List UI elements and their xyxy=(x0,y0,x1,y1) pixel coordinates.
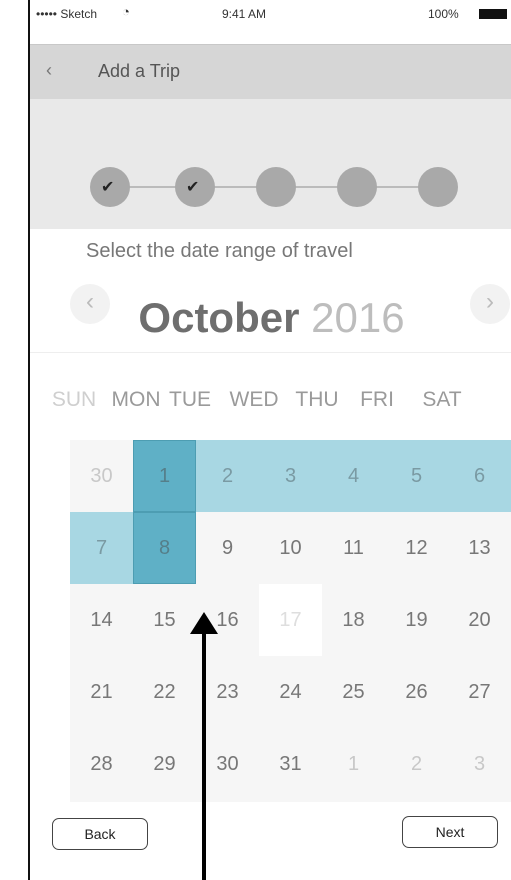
year-label: 2016 xyxy=(311,294,405,341)
back-button[interactable]: Back xyxy=(52,818,148,850)
calendar-day[interactable]: 25 xyxy=(322,656,385,728)
calendar-day[interactable]: 29 xyxy=(133,728,196,800)
calendar-day[interactable]: 27 xyxy=(448,656,511,728)
calendar-day[interactable]: 1 xyxy=(133,440,196,512)
battery-icon xyxy=(479,9,507,19)
calendar-day[interactable]: 24 xyxy=(259,656,322,728)
calendar-day[interactable]: 1 xyxy=(322,728,385,800)
calendar-day[interactable]: 3 xyxy=(448,728,511,800)
back-chevron-icon[interactable]: ‹ xyxy=(46,60,52,81)
next-button[interactable]: Next xyxy=(402,816,498,848)
calendar-day[interactable]: 18 xyxy=(322,584,385,656)
wifi-icon: ◔ xyxy=(122,4,130,19)
weekday-label: SAT xyxy=(422,388,462,411)
annotation-arrow-shaft xyxy=(202,630,206,880)
phone-screen: ••••• Sketch ◔ 9:41 AM 100% ‹ Add a Trip… xyxy=(28,0,511,880)
weekday-label: WED xyxy=(229,388,279,411)
step-5 xyxy=(418,167,458,207)
calendar-day[interactable]: 10 xyxy=(259,512,322,584)
weekday-label: TUE xyxy=(169,388,211,411)
step-2: ✔ xyxy=(175,167,215,207)
calendar-day[interactable]: 2 xyxy=(385,728,448,800)
calendar-day[interactable]: 11 xyxy=(322,512,385,584)
month-header: ‹ October 2016 › xyxy=(30,278,511,348)
next-month-button[interactable]: › xyxy=(470,284,510,324)
calendar-day[interactable]: 8 xyxy=(133,512,196,584)
calendar-day[interactable]: 31 xyxy=(259,728,322,800)
calendar-day[interactable]: 2 xyxy=(196,440,259,512)
annotation-arrow-head xyxy=(190,612,218,634)
calendar-day[interactable]: 7 xyxy=(70,512,133,584)
calendar-day[interactable]: 26 xyxy=(385,656,448,728)
step-3 xyxy=(256,167,296,207)
check-icon: ✔ xyxy=(101,179,115,196)
calendar-day[interactable]: 4 xyxy=(322,440,385,512)
step-4 xyxy=(337,167,377,207)
weekday-label: SUN xyxy=(51,388,97,411)
navigation-bar: ‹ Add a Trip xyxy=(30,44,511,100)
calendar-day[interactable]: 3 xyxy=(259,440,322,512)
weekday-label: FRI xyxy=(360,388,394,411)
calendar-day[interactable]: 13 xyxy=(448,512,511,584)
step-1: ✔ xyxy=(90,167,130,207)
calendar-day[interactable]: 17 xyxy=(259,584,322,656)
calendar-day[interactable]: 22 xyxy=(133,656,196,728)
calendar-day[interactable]: 30 xyxy=(70,440,133,512)
calendar-day[interactable]: 20 xyxy=(448,584,511,656)
check-icon: ✔ xyxy=(186,179,200,196)
calendar-day[interactable]: 12 xyxy=(385,512,448,584)
calendar-day[interactable]: 5 xyxy=(385,440,448,512)
page-title: Add a Trip xyxy=(98,61,181,81)
calendar-day[interactable]: 28 xyxy=(70,728,133,800)
status-time: 9:41 AM xyxy=(222,7,267,21)
month-name: October xyxy=(138,294,300,341)
calendar-day[interactable]: 6 xyxy=(448,440,511,512)
calendar-day[interactable]: 21 xyxy=(70,656,133,728)
calendar-day[interactable]: 15 xyxy=(133,584,196,656)
calendar-day[interactable]: 9 xyxy=(196,512,259,584)
divider xyxy=(30,352,511,353)
weekday-label: THU xyxy=(295,388,339,411)
chevron-right-icon: › xyxy=(486,288,494,315)
carrier-label: ••••• Sketch xyxy=(36,7,98,21)
calendar-day[interactable]: 14 xyxy=(70,584,133,656)
progress-stepper: ✔ ✔ xyxy=(30,99,511,229)
status-bar: ••••• Sketch ◔ 9:41 AM 100% xyxy=(30,0,511,28)
month-title: October 2016 xyxy=(30,294,511,342)
date-range-prompt: Select the date range of travel xyxy=(86,240,353,262)
calendar-day[interactable]: 19 xyxy=(385,584,448,656)
calendar-grid: 30 1 2 3 4 5 6 7 8 9 10 11 12 13 14 15 16 17 18 19 20 21 22 23 2… xyxy=(70,440,511,802)
battery-percent: 100% xyxy=(428,7,459,21)
